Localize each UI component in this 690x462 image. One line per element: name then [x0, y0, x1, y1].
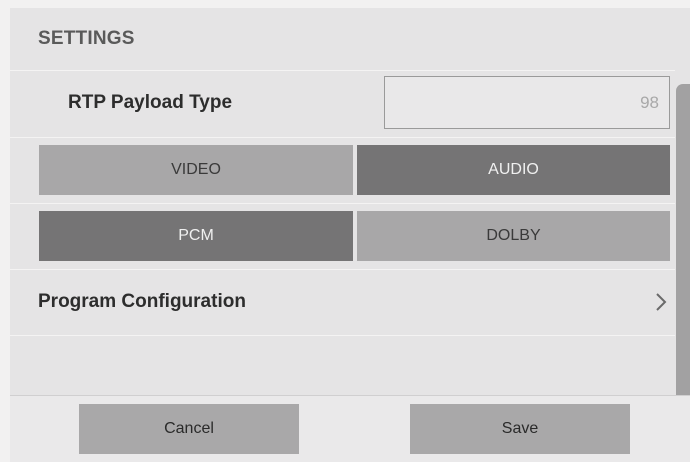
divider [10, 203, 675, 204]
chevron-right-icon[interactable] [652, 290, 670, 314]
cancel-button[interactable]: Cancel [79, 404, 299, 454]
rtp-payload-type-input[interactable]: 98 [384, 76, 670, 129]
save-button[interactable]: Save [410, 404, 630, 454]
video-toggle-button[interactable]: VIDEO [39, 145, 353, 195]
divider [10, 335, 675, 336]
audio-toggle-button[interactable]: AUDIO [357, 145, 670, 195]
scrollbar[interactable] [676, 84, 690, 402]
program-configuration-label[interactable]: Program Configuration [38, 291, 246, 313]
settings-panel: SETTINGS RTP Payload Type 98 VIDEO AUDIO… [10, 8, 690, 462]
rtp-payload-type-label: RTP Payload Type [68, 92, 233, 113]
page-title: SETTINGS [38, 28, 135, 49]
footer-bar: Cancel Save [10, 395, 690, 462]
dolby-toggle-button[interactable]: DOLBY [357, 211, 670, 261]
divider [10, 137, 675, 138]
divider [10, 70, 675, 71]
pcm-toggle-button[interactable]: PCM [39, 211, 353, 261]
divider [10, 269, 675, 270]
settings-header: SETTINGS [10, 8, 690, 70]
